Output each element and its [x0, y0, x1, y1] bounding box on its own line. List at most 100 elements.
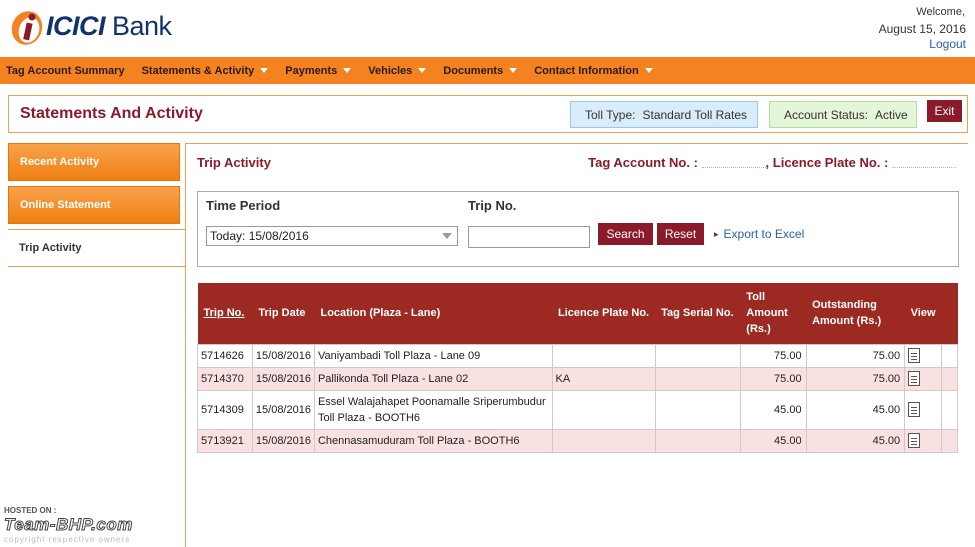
document-icon[interactable] — [908, 348, 921, 364]
watermark-hosted: HOSTED ON : — [4, 506, 57, 515]
nav-vehicles[interactable]: Vehicles — [368, 65, 427, 77]
cell-trip-date: 15/08/2016 — [251, 343, 315, 368]
cell-trip-no: 5714370 — [197, 366, 253, 391]
trip-no-label: Trip No. — [468, 198, 517, 213]
col-toll-amount: Toll Amount (Rs.) — [740, 283, 807, 344]
chevron-down-icon — [509, 68, 518, 73]
cell-trip-date: 15/08/2016 — [251, 366, 315, 391]
cell-licence-plate: KA — [551, 366, 656, 391]
sidebar-item-online-statement[interactable]: Online Statement — [8, 186, 180, 224]
nav-payments[interactable]: Payments — [285, 65, 352, 77]
cell-toll-amount: 45.00 — [739, 428, 807, 453]
cell-licence-plate — [551, 389, 656, 430]
cell-tag-serial — [654, 389, 741, 430]
search-button[interactable]: Search — [598, 223, 653, 245]
cell-location: Pallikonda Toll Plaza - Lane 02 — [313, 366, 553, 391]
cell-location: Vaniyambadi Toll Plaza - Lane 09 — [313, 343, 553, 368]
cell-view — [904, 366, 943, 391]
cell-tag-serial — [654, 366, 741, 391]
icici-logo[interactable]: ICICI Bank — [8, 6, 172, 46]
table-row: 5714370 15/08/2016 Pallikonda Toll Plaza… — [197, 366, 958, 391]
export-icon: ▸ — [714, 228, 719, 239]
col-outstanding-amount: Outstanding Amount (Rs.) — [806, 283, 905, 344]
col-view: View — [904, 283, 942, 344]
account-status-badge: Account Status: Active — [769, 101, 917, 128]
team-bhp-watermark: HOSTED ON : Team-BHP.com copyright respe… — [4, 506, 194, 544]
trip-no-input[interactable] — [468, 226, 590, 248]
nav-contact-information[interactable]: Contact Information — [534, 65, 653, 77]
cell-tag-serial — [654, 343, 741, 368]
cell-trip-no: 5713921 — [197, 428, 253, 453]
trip-activity-panel: Trip Activity Tag Account No. : , Licenc… — [185, 143, 968, 547]
cell-location: Essel Walajahapet Poonamalle Sriperumbud… — [313, 389, 553, 430]
table-row: 5714309 15/08/2016 Essel Walajahapet Poo… — [197, 389, 958, 430]
cell-spacer — [941, 366, 958, 391]
table-row: 5714626 15/08/2016 Vaniyambadi Toll Plaz… — [197, 343, 958, 368]
cell-view — [904, 343, 943, 368]
nav-statements-activity[interactable]: Statements & Activity — [142, 65, 269, 77]
nav-documents[interactable]: Documents — [443, 65, 518, 77]
exit-button[interactable]: Exit — [927, 100, 962, 122]
chevron-down-icon — [343, 68, 352, 73]
time-period-select[interactable]: Today: 15/08/2016 — [206, 226, 458, 246]
icici-logo-icon — [11, 11, 43, 45]
filter-box: Time Period Trip No. Today: 15/08/2016 S… — [197, 191, 959, 267]
cell-toll-amount: 75.00 — [739, 343, 807, 368]
cell-trip-date: 15/08/2016 — [251, 389, 315, 430]
reset-button[interactable]: Reset — [657, 223, 704, 245]
cell-licence-plate — [551, 428, 656, 453]
col-licence-plate: Licence Plate No. — [552, 283, 656, 344]
cell-tag-serial — [654, 428, 741, 453]
col-trip-date: Trip Date — [252, 283, 315, 344]
redacted-tag-account — [701, 159, 766, 169]
cell-outstanding-amount: 45.00 — [805, 389, 906, 430]
document-icon[interactable] — [908, 371, 921, 387]
time-period-label: Time Period — [206, 198, 281, 213]
cell-trip-date: 15/08/2016 — [251, 428, 315, 453]
chevron-down-icon — [260, 68, 269, 73]
export-to-excel-link[interactable]: ▸ Export to Excel — [714, 227, 804, 241]
cell-toll-amount: 75.00 — [739, 366, 807, 391]
cell-spacer — [941, 428, 958, 453]
table-row: 5713921 15/08/2016 Chennasamuduram Toll … — [197, 428, 958, 453]
sidebar-item-trip-activity[interactable]: Trip Activity — [8, 229, 186, 267]
logo-text: ICICI Bank — [46, 10, 172, 41]
cell-trip-no: 5714309 — [197, 389, 253, 430]
cell-toll-amount: 45.00 — [739, 389, 807, 430]
cell-view — [904, 428, 943, 453]
cell-outstanding-amount: 75.00 — [805, 343, 906, 368]
col-spacer — [941, 283, 958, 344]
welcome-text: Welcome, — [916, 6, 965, 18]
sidebar-item-recent-activity[interactable]: Recent Activity — [8, 143, 180, 181]
header: ICICI Bank Welcome, August 15, 2016 Logo… — [0, 0, 975, 57]
watermark-site: Team-BHP.com — [4, 515, 133, 535]
page-title: Statements And Activity — [20, 105, 203, 122]
watermark-copyright: copyright respective owners — [4, 535, 131, 544]
trip-table: Trip No. Trip Date Location (Plaza - Lan… — [197, 283, 958, 453]
cell-trip-no: 5714626 — [197, 343, 253, 368]
document-icon[interactable] — [908, 402, 921, 418]
tag-account-info: Tag Account No. : , Licence Plate No. : — [588, 155, 956, 170]
title-bar: Statements And Activity Toll Type: Stand… — [8, 95, 968, 133]
cell-licence-plate — [551, 343, 656, 368]
chevron-down-icon — [418, 68, 427, 73]
cell-location: Chennasamuduram Toll Plaza - BOOTH6 — [313, 428, 553, 453]
redacted-licence-plate — [892, 159, 956, 169]
cell-outstanding-amount: 75.00 — [805, 366, 906, 391]
nav-tag-account-summary[interactable]: Tag Account Summary — [6, 65, 125, 77]
toll-type-badge: Toll Type: Standard Toll Rates — [570, 101, 758, 128]
chevron-down-icon — [644, 68, 653, 73]
col-location: Location (Plaza - Lane) — [314, 283, 553, 344]
section-title: Trip Activity — [197, 155, 271, 170]
current-date: August 15, 2016 — [878, 22, 966, 36]
cell-view — [904, 389, 943, 430]
cell-spacer — [941, 343, 958, 368]
main-nav: Tag Account Summary Statements & Activit… — [0, 57, 975, 84]
document-icon[interactable] — [908, 433, 921, 449]
table-header-row: Trip No. Trip Date Location (Plaza - Lan… — [197, 283, 958, 344]
logout-link[interactable]: Logout — [929, 37, 966, 51]
col-trip-no[interactable]: Trip No. — [197, 283, 253, 344]
chevron-down-icon — [442, 233, 452, 239]
cell-spacer — [941, 389, 958, 430]
col-tag-serial: Tag Serial No. — [655, 283, 741, 344]
